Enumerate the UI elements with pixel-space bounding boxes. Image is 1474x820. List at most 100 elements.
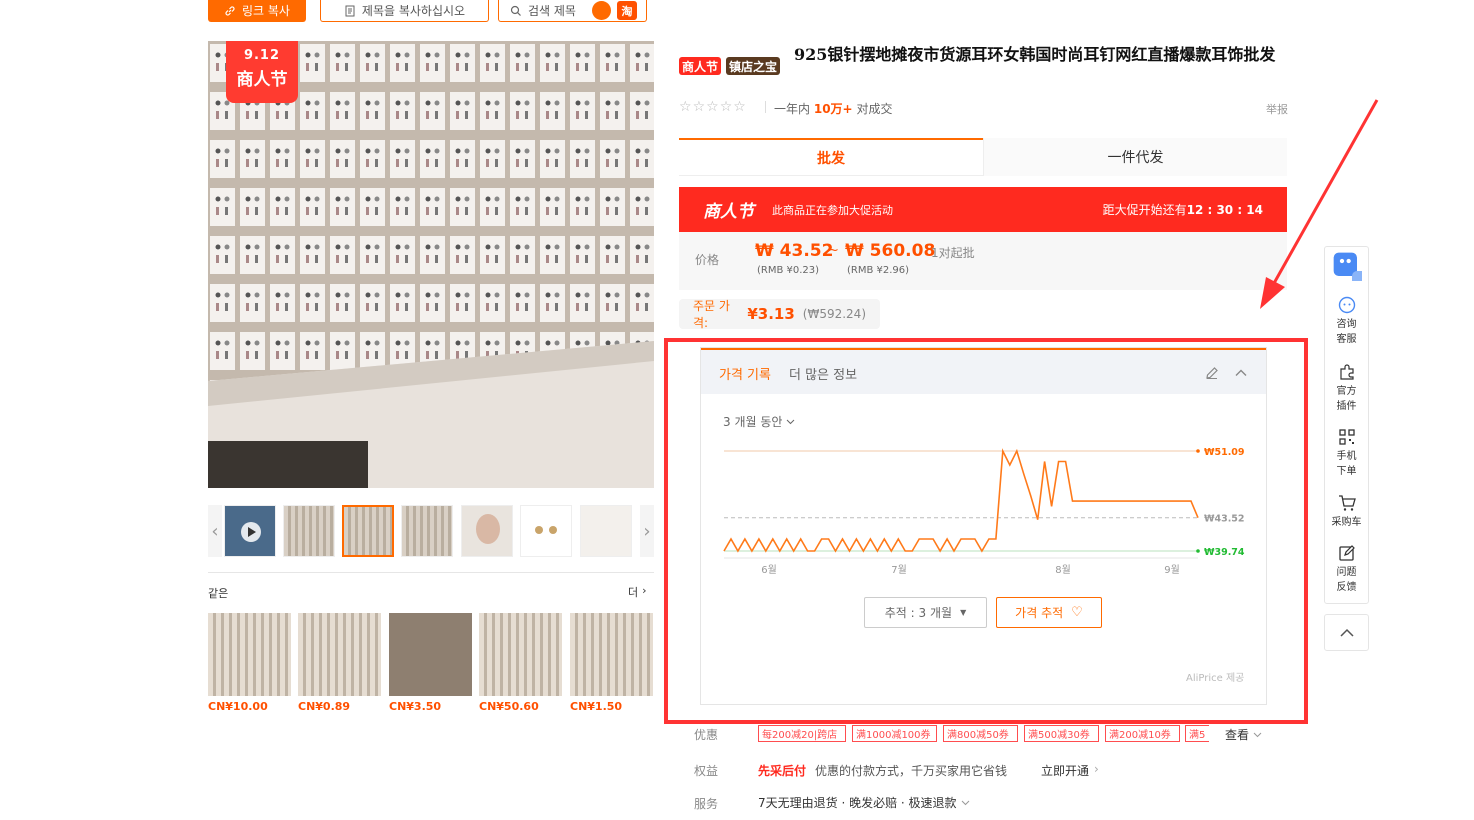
thumb-4[interactable] bbox=[401, 505, 453, 557]
sidebar-item-customer-service[interactable]: 咨询客服 bbox=[1325, 296, 1368, 347]
chevron-down-icon bbox=[961, 800, 969, 806]
min-price-dot bbox=[1196, 549, 1200, 553]
sidebar-item-cart[interactable]: 采购车 bbox=[1325, 494, 1368, 530]
tab-wholesale[interactable]: 批发 bbox=[679, 138, 983, 176]
play-triangle bbox=[248, 527, 256, 537]
similar-more-link[interactable]: 더 › bbox=[628, 584, 647, 600]
coupon-label: 优惠 bbox=[694, 728, 719, 742]
tab-more-info[interactable]: 더 많은 정보 bbox=[789, 364, 857, 383]
track-period-label: 추적 : 3 개월 bbox=[884, 606, 953, 620]
link-icon bbox=[225, 5, 235, 16]
star-icon: ☆ bbox=[679, 99, 692, 115]
price-track-button[interactable]: 가격 추적 ♡ bbox=[996, 597, 1102, 628]
aliprice-credit[interactable]: AliPrice 제공 bbox=[1186, 669, 1244, 684]
earring-display-photo bbox=[208, 41, 654, 488]
coupon-4[interactable]: 满500减30券 bbox=[1024, 725, 1099, 742]
chevron-up-icon bbox=[1339, 628, 1354, 637]
price-low-rmb: (RMB ¥0.23) bbox=[757, 265, 820, 276]
badge-text: 商人节 bbox=[236, 70, 288, 90]
benefit-activate-link[interactable]: 立即开通 › bbox=[1041, 762, 1099, 779]
max-price-label: ₩51.09 bbox=[1204, 447, 1245, 458]
heart-icon: ♡ bbox=[1071, 605, 1083, 620]
tab-price-history[interactable]: 가격 기록 bbox=[719, 364, 771, 383]
thumb-next-button[interactable]: › bbox=[640, 505, 654, 557]
star-icon: ☆ bbox=[692, 99, 706, 115]
search-title-button[interactable]: 검색 제목 淘 bbox=[498, 0, 647, 22]
price-label: 价格 bbox=[695, 253, 720, 267]
similar-price-1: CN¥10.00 bbox=[208, 700, 268, 713]
price-series-line bbox=[723, 448, 1199, 553]
x-tick-label: 9월 bbox=[1164, 564, 1180, 576]
thumb-5[interactable] bbox=[461, 505, 513, 557]
back-to-top-button[interactable] bbox=[1324, 614, 1369, 651]
service-desc-link[interactable]: 7天无理由退货 · 晚发必赔 · 极速退款 bbox=[758, 794, 970, 811]
sales-prefix: 一年内 bbox=[774, 102, 811, 116]
sidebar-item-feedback[interactable]: 问题反馈 bbox=[1325, 544, 1368, 595]
price-separator: ~ bbox=[828, 243, 839, 258]
similar-item-3[interactable] bbox=[389, 613, 472, 696]
similar-item-4[interactable] bbox=[479, 613, 562, 696]
taobao-logo-icon[interactable]: 淘 bbox=[617, 1, 637, 20]
promo-notice: 此商品正在参加大促活动 bbox=[772, 203, 893, 217]
earring-dot bbox=[549, 526, 557, 534]
chevron-down-icon bbox=[787, 419, 795, 425]
thumb-7[interactable] bbox=[580, 505, 632, 557]
coupon-5[interactable]: 满200减10券 bbox=[1105, 725, 1180, 742]
sidebar-item-official-plugin[interactable]: 官方插件 bbox=[1325, 363, 1368, 414]
x-tick-label: 6월 bbox=[761, 564, 777, 576]
earring-dot bbox=[535, 526, 543, 534]
similar-item-1[interactable] bbox=[208, 613, 291, 696]
coupon-6[interactable]: 满5 bbox=[1185, 725, 1209, 742]
tab-dropship[interactable]: 一件代发 bbox=[983, 138, 1287, 176]
order-price-label: 주문 가격: bbox=[693, 299, 730, 330]
coupon-1[interactable]: 每200减20|跨店 bbox=[758, 725, 846, 742]
badge-date: 9.12 bbox=[243, 48, 281, 63]
min-price-label: ₩39.74 bbox=[1204, 547, 1245, 558]
price-high: ₩ 560.08 bbox=[845, 241, 936, 261]
benefit-label: 权益 bbox=[694, 764, 719, 778]
copy-link-button[interactable]: 링크 복사 bbox=[208, 0, 306, 22]
thumb-prev-button[interactable]: ‹ bbox=[208, 505, 222, 557]
translate-button[interactable] bbox=[1325, 251, 1368, 284]
model-photo bbox=[476, 514, 500, 544]
star-icon: ☆ bbox=[719, 99, 733, 115]
festival-tag: 商人节 bbox=[679, 57, 722, 75]
price-history-widget: 가격 기록 더 많은 정보 3 개월 동안 ₩51.09 ₩43.52 ₩39.74… bbox=[700, 347, 1267, 705]
puzzle-icon bbox=[1339, 364, 1354, 380]
edit-icon[interactable] bbox=[1205, 366, 1219, 380]
chevron-right-icon: › bbox=[642, 584, 647, 597]
similar-item-2[interactable] bbox=[298, 613, 381, 696]
thumb-3-selected[interactable] bbox=[342, 505, 394, 557]
similar-more-label: 더 bbox=[628, 586, 639, 599]
festival-badge: 9.12 商人节 bbox=[226, 41, 298, 103]
collapse-chevron-icon[interactable] bbox=[1234, 366, 1248, 380]
promo-banner: 商人节 此商品正在参加大促活动 距大促开始还有 12 : 30 : 14 bbox=[679, 187, 1287, 232]
similar-item-5[interactable] bbox=[570, 613, 653, 696]
price-low: ₩ 43.52 bbox=[755, 241, 834, 261]
thumb-6[interactable] bbox=[520, 505, 572, 557]
thumb-video[interactable] bbox=[224, 505, 276, 557]
alibaba-logo-icon[interactable] bbox=[592, 1, 611, 20]
sales-count: 10万+ bbox=[813, 102, 853, 116]
coupon-3[interactable]: 满800减50券 bbox=[943, 725, 1018, 742]
sidebar-label: 咨询客服 bbox=[1336, 319, 1357, 345]
sidebar-item-mobile-order[interactable]: 手机下单 bbox=[1325, 428, 1368, 479]
promo-logo: 商人节 bbox=[703, 202, 754, 222]
thumb-2[interactable] bbox=[283, 505, 335, 557]
search-icon bbox=[510, 5, 521, 16]
star-icon: ☆ bbox=[706, 99, 719, 115]
sidebar-label: 采购车 bbox=[1331, 517, 1362, 528]
coupon-2[interactable]: 满1000减100券 bbox=[852, 725, 937, 742]
widget-header: 가격 기록 더 많은 정보 bbox=[701, 348, 1266, 394]
price-track-label: 가격 추적 bbox=[1015, 606, 1064, 620]
copy-title-button[interactable]: 제목을 복사하십시오 bbox=[320, 0, 489, 22]
price-moq: 1对起批 bbox=[931, 246, 975, 260]
coupon-view-link[interactable]: 查看 bbox=[1225, 726, 1262, 743]
document-icon bbox=[345, 5, 355, 16]
similar-price-4: CN¥50.60 bbox=[479, 700, 539, 713]
main-product-image[interactable]: 9.12 商人节 bbox=[208, 41, 654, 488]
track-period-select[interactable]: 추적 : 3 개월 ▼ bbox=[864, 597, 987, 628]
rating-divider bbox=[765, 101, 766, 113]
sales-suffix: 对成交 bbox=[856, 102, 893, 116]
price-high-rmb: (RMB ¥2.96) bbox=[847, 265, 910, 276]
